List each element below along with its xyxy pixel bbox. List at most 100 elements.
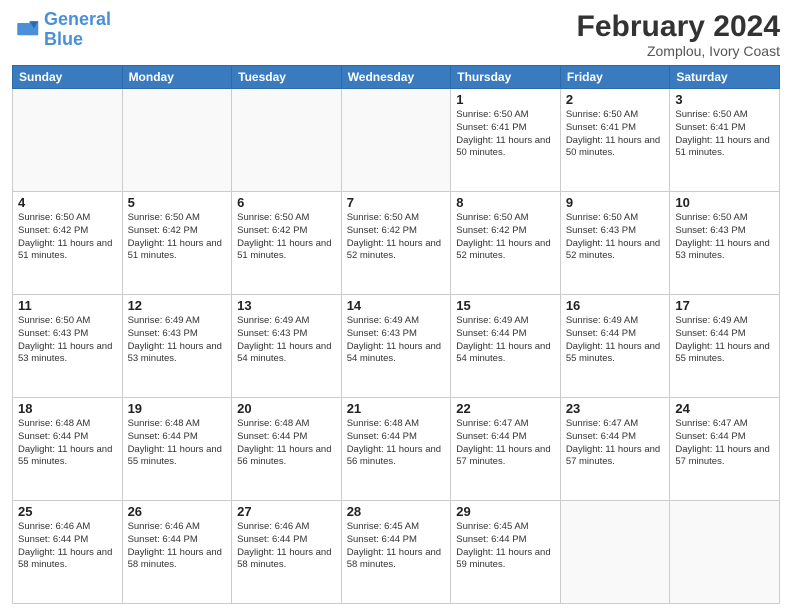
col-header-saturday: Saturday	[670, 66, 780, 89]
day-info: Sunrise: 6:47 AM Sunset: 6:44 PM Dayligh…	[566, 418, 665, 469]
day-number: 2	[566, 92, 665, 107]
subtitle: Zomplou, Ivory Coast	[577, 43, 780, 59]
week-row-4: 18 Sunrise: 6:48 AM Sunset: 6:44 PM Dayli…	[13, 398, 780, 501]
day-number: 4	[18, 195, 117, 210]
main-title: February 2024	[577, 10, 780, 43]
calendar-cell: 22 Sunrise: 6:47 AM Sunset: 6:44 PM Dayli…	[451, 398, 561, 501]
calendar-cell: 25Sunrise: 6:46 AM Sunset: 6:44 PM Dayli…	[13, 501, 123, 604]
calendar-cell: 19Sunrise: 6:48 AM Sunset: 6:44 PM Dayli…	[122, 398, 232, 501]
col-header-sunday: Sunday	[13, 66, 123, 89]
day-info: Sunrise: 6:46 AM Sunset: 6:44 PM Dayligh…	[18, 521, 117, 572]
calendar-cell: 26Sunrise: 6:46 AM Sunset: 6:44 PM Dayli…	[122, 501, 232, 604]
logo-line2: Blue	[44, 29, 83, 49]
calendar-cell: 5 Sunrise: 6:50 AM Sunset: 6:42 PM Daylig…	[122, 192, 232, 295]
day-number: 23	[566, 401, 665, 416]
day-info: Sunrise: 6:48 AM Sunset: 6:44 PM Dayligh…	[237, 418, 336, 469]
calendar-cell: 29 Sunrise: 6:45 AM Sunset: 6:44 PM Dayli…	[451, 501, 561, 604]
week-row-2: 4 Sunrise: 6:50 AM Sunset: 6:42 PM Daylig…	[13, 192, 780, 295]
day-number: 21	[347, 401, 446, 416]
calendar-cell: 8 Sunrise: 6:50 AM Sunset: 6:42 PM Daylig…	[451, 192, 561, 295]
calendar-cell: 11 Sunrise: 6:50 AM Sunset: 6:43 PM Dayli…	[13, 295, 123, 398]
day-info: Sunrise: 6:50 AM Sunset: 6:41 PM Dayligh…	[675, 109, 774, 160]
day-number: 27	[237, 504, 336, 519]
calendar-cell: 14Sunrise: 6:49 AM Sunset: 6:43 PM Dayli…	[341, 295, 451, 398]
calendar-cell	[232, 89, 342, 192]
logo-text: General Blue	[44, 10, 111, 50]
header: General Blue February 2024 Zomplou, Ivor…	[12, 10, 780, 59]
page: General Blue February 2024 Zomplou, Ivor…	[0, 0, 792, 612]
day-number: 15	[456, 298, 555, 313]
day-number: 16	[566, 298, 665, 313]
day-number: 18	[18, 401, 117, 416]
day-info: Sunrise: 6:46 AM Sunset: 6:44 PM Dayligh…	[237, 521, 336, 572]
day-info: Sunrise: 6:45 AM Sunset: 6:44 PM Dayligh…	[456, 521, 555, 572]
day-number: 24	[675, 401, 774, 416]
day-info: Sunrise: 6:50 AM Sunset: 6:42 PM Dayligh…	[347, 212, 446, 263]
day-number: 10	[675, 195, 774, 210]
calendar-cell: 28 Sunrise: 6:45 AM Sunset: 6:44 PM Dayli…	[341, 501, 451, 604]
day-number: 17	[675, 298, 774, 313]
calendar-cell: 16 Sunrise: 6:49 AM Sunset: 6:44 PM Dayli…	[560, 295, 670, 398]
calendar-cell: 17 Sunrise: 6:49 AM Sunset: 6:44 PM Dayli…	[670, 295, 780, 398]
day-number: 8	[456, 195, 555, 210]
day-info: Sunrise: 6:48 AM Sunset: 6:44 PM Dayligh…	[18, 418, 117, 469]
day-number: 12	[128, 298, 227, 313]
calendar-cell: 24 Sunrise: 6:47 AM Sunset: 6:44 PM Dayli…	[670, 398, 780, 501]
col-header-friday: Friday	[560, 66, 670, 89]
day-info: Sunrise: 6:49 AM Sunset: 6:44 PM Dayligh…	[456, 315, 555, 366]
day-info: Sunrise: 6:50 AM Sunset: 6:41 PM Dayligh…	[566, 109, 665, 160]
calendar-cell: 12 Sunrise: 6:49 AM Sunset: 6:43 PM Dayli…	[122, 295, 232, 398]
day-info: Sunrise: 6:50 AM Sunset: 6:41 PM Dayligh…	[456, 109, 555, 160]
calendar-cell: 20 Sunrise: 6:48 AM Sunset: 6:44 PM Dayli…	[232, 398, 342, 501]
day-info: Sunrise: 6:47 AM Sunset: 6:44 PM Dayligh…	[675, 418, 774, 469]
day-info: Sunrise: 6:50 AM Sunset: 6:42 PM Dayligh…	[456, 212, 555, 263]
calendar-cell: 3Sunrise: 6:50 AM Sunset: 6:41 PM Daylig…	[670, 89, 780, 192]
day-number: 28	[347, 504, 446, 519]
day-info: Sunrise: 6:50 AM Sunset: 6:42 PM Dayligh…	[18, 212, 117, 263]
day-info: Sunrise: 6:50 AM Sunset: 6:43 PM Dayligh…	[566, 212, 665, 263]
week-row-1: 1 Sunrise: 6:50 AM Sunset: 6:41 PM Daylig…	[13, 89, 780, 192]
week-row-3: 11 Sunrise: 6:50 AM Sunset: 6:43 PM Dayli…	[13, 295, 780, 398]
day-number: 6	[237, 195, 336, 210]
calendar-cell: 9Sunrise: 6:50 AM Sunset: 6:43 PM Daylig…	[560, 192, 670, 295]
calendar-cell: 21 Sunrise: 6:48 AM Sunset: 6:44 PM Dayli…	[341, 398, 451, 501]
logo: General Blue	[12, 10, 111, 50]
calendar-cell: 2 Sunrise: 6:50 AM Sunset: 6:41 PM Daylig…	[560, 89, 670, 192]
col-header-monday: Monday	[122, 66, 232, 89]
day-info: Sunrise: 6:49 AM Sunset: 6:44 PM Dayligh…	[675, 315, 774, 366]
day-info: Sunrise: 6:49 AM Sunset: 6:43 PM Dayligh…	[347, 315, 446, 366]
day-number: 11	[18, 298, 117, 313]
day-info: Sunrise: 6:49 AM Sunset: 6:43 PM Dayligh…	[128, 315, 227, 366]
calendar-cell	[122, 89, 232, 192]
day-info: Sunrise: 6:50 AM Sunset: 6:42 PM Dayligh…	[237, 212, 336, 263]
day-info: Sunrise: 6:47 AM Sunset: 6:44 PM Dayligh…	[456, 418, 555, 469]
calendar-cell: 15 Sunrise: 6:49 AM Sunset: 6:44 PM Dayli…	[451, 295, 561, 398]
col-header-wednesday: Wednesday	[341, 66, 451, 89]
calendar-cell: 4 Sunrise: 6:50 AM Sunset: 6:42 PM Daylig…	[13, 192, 123, 295]
title-block: February 2024 Zomplou, Ivory Coast	[577, 10, 780, 59]
day-number: 5	[128, 195, 227, 210]
day-info: Sunrise: 6:50 AM Sunset: 6:42 PM Dayligh…	[128, 212, 227, 263]
day-info: Sunrise: 6:45 AM Sunset: 6:44 PM Dayligh…	[347, 521, 446, 572]
calendar-cell	[341, 89, 451, 192]
day-number: 29	[456, 504, 555, 519]
calendar-cell: 7Sunrise: 6:50 AM Sunset: 6:42 PM Daylig…	[341, 192, 451, 295]
calendar-header-row: SundayMondayTuesdayWednesdayThursdayFrid…	[13, 66, 780, 89]
day-number: 20	[237, 401, 336, 416]
day-info: Sunrise: 6:49 AM Sunset: 6:43 PM Dayligh…	[237, 315, 336, 366]
calendar-cell	[670, 501, 780, 604]
day-info: Sunrise: 6:48 AM Sunset: 6:44 PM Dayligh…	[347, 418, 446, 469]
day-info: Sunrise: 6:50 AM Sunset: 6:43 PM Dayligh…	[675, 212, 774, 263]
day-number: 22	[456, 401, 555, 416]
calendar-cell: 6 Sunrise: 6:50 AM Sunset: 6:42 PM Daylig…	[232, 192, 342, 295]
calendar-cell: 18 Sunrise: 6:48 AM Sunset: 6:44 PM Dayli…	[13, 398, 123, 501]
day-info: Sunrise: 6:50 AM Sunset: 6:43 PM Dayligh…	[18, 315, 117, 366]
day-number: 1	[456, 92, 555, 107]
calendar-cell	[560, 501, 670, 604]
logo-icon	[12, 16, 40, 44]
logo-line1: General	[44, 9, 111, 29]
calendar-table: SundayMondayTuesdayWednesdayThursdayFrid…	[12, 65, 780, 604]
calendar-cell: 23 Sunrise: 6:47 AM Sunset: 6:44 PM Dayli…	[560, 398, 670, 501]
day-number: 13	[237, 298, 336, 313]
day-info: Sunrise: 6:49 AM Sunset: 6:44 PM Dayligh…	[566, 315, 665, 366]
